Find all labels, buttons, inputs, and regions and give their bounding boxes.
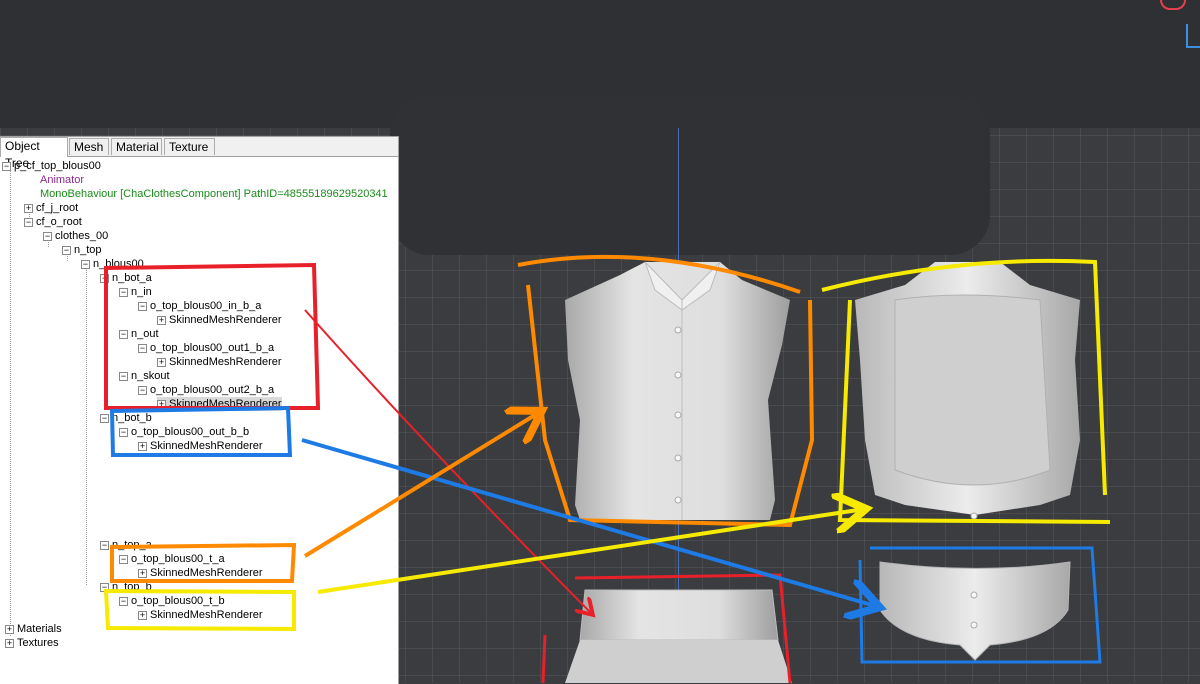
tree-node-label: n_top_b (112, 581, 152, 593)
tree-node-smr-out-b[interactable]: + SkinnedMeshRenderer (138, 439, 263, 453)
collapse-icon[interactable]: − (100, 414, 109, 423)
tree-node-label: o_top_blous00_t_b (131, 595, 225, 607)
tree-node-smr-t-b[interactable]: + SkinnedMeshRenderer (138, 608, 263, 622)
tree-node-o-t-b[interactable]: − o_top_blous00_t_b (119, 594, 225, 608)
tree-node-label: n_out (131, 328, 159, 340)
expand-icon[interactable]: + (5, 625, 14, 634)
tree-node-o-in[interactable]: − o_top_blous00_in_b_a (138, 299, 261, 313)
collapse-icon[interactable]: − (138, 344, 147, 353)
collapse-icon[interactable]: − (2, 162, 11, 171)
tree-node-label: n_in (131, 286, 152, 298)
tree-node-o-out1[interactable]: − o_top_blous00_out1_b_a (138, 341, 274, 355)
tree-connector (86, 265, 87, 585)
collapse-icon[interactable]: − (138, 302, 147, 311)
collapse-icon[interactable]: − (62, 246, 71, 255)
tree-node-label: o_top_blous00_out_b_b (131, 426, 250, 438)
tree-node-n-top-a[interactable]: − n_top_a (100, 538, 152, 552)
collapse-icon[interactable]: − (119, 288, 128, 297)
expand-icon[interactable]: + (138, 611, 147, 620)
tree-node-label: clothes_00 (55, 230, 109, 242)
expand-icon[interactable]: + (24, 204, 33, 213)
tree-node-label: cf_o_root (36, 216, 82, 228)
tree-node-n-in[interactable]: − n_in (119, 285, 152, 299)
tree-node-label: o_top_blous00_out2_b_a (150, 384, 275, 396)
collapse-icon[interactable]: − (119, 597, 128, 606)
expand-icon[interactable]: + (5, 639, 14, 648)
tree-node-label: o_top_blous00_t_a (131, 553, 225, 565)
tree-node-textures[interactable]: + Textures (5, 636, 59, 650)
mesh-shirt-front (565, 261, 790, 520)
tree-node-n-out[interactable]: − n_out (119, 327, 159, 341)
tree-node-label: o_top_blous00_in_b_a (150, 300, 262, 312)
tab-mesh[interactable]: Mesh (69, 138, 109, 155)
tree-node-root[interactable]: − p_cf_top_blous00 (2, 159, 101, 173)
tree-node-n-top[interactable]: − n_top (62, 243, 102, 257)
object-tree[interactable]: − p_cf_top_blous00 Animator MonoBehaviour… (0, 157, 398, 684)
mesh-skirt-band (565, 589, 792, 683)
tree-node-cf-o-root[interactable]: − cf_o_root (24, 215, 82, 229)
expand-icon[interactable]: + (157, 400, 166, 409)
tree-node-smr-out2-selected[interactable]: + SkinnedMeshRenderer (157, 397, 282, 411)
collapse-icon[interactable]: − (119, 555, 128, 564)
collapse-icon[interactable]: − (24, 218, 33, 227)
tree-node-smr-out1[interactable]: + SkinnedMeshRenderer (157, 355, 282, 369)
tree-node-label: SkinnedMeshRenderer (150, 440, 263, 452)
collapse-icon[interactable]: − (119, 372, 128, 381)
tree-connector (10, 166, 11, 636)
tab-bar: Object Tree Mesh Material Texture (0, 137, 398, 170)
tree-node-label: n_bot_b (112, 412, 152, 424)
tree-node-label: SkinnedMeshRenderer (169, 356, 282, 368)
tree-node-animator[interactable]: Animator (40, 173, 84, 187)
mesh-bottom-band (879, 561, 1071, 661)
tree-node-smr-in[interactable]: + SkinnedMeshRenderer (157, 313, 282, 327)
object-tree-panel: Object Tree Mesh Material Texture − p_cf_… (0, 136, 399, 684)
collapse-icon[interactable]: − (81, 260, 90, 269)
mesh-shirt-inner (855, 262, 1080, 520)
collapse-icon[interactable]: − (138, 386, 147, 395)
tree-node-label: n_bot_a (112, 272, 152, 284)
tree-node-label: cf_j_root (36, 202, 79, 214)
tree-node-smr-t-a[interactable]: + SkinnedMeshRenderer (138, 566, 263, 580)
tree-node-label: n_skout (131, 370, 170, 382)
tab-texture[interactable]: Texture (164, 138, 215, 155)
tree-node-label: Textures (17, 637, 59, 649)
tree-node-label: SkinnedMeshRenderer (150, 609, 263, 621)
tree-node-label: n_top (74, 244, 102, 256)
tree-node-label: n_top_a (112, 539, 152, 551)
tree-node-label: n_blous00 (93, 258, 144, 270)
tree-node-n-top-b[interactable]: − n_top_b (100, 580, 152, 594)
collapse-icon[interactable]: − (100, 274, 109, 283)
expand-icon[interactable]: + (157, 316, 166, 325)
tree-node-n-blous00[interactable]: − n_blous00 (81, 257, 144, 271)
tree-node-clothes-00[interactable]: − clothes_00 (43, 229, 108, 243)
expand-icon[interactable]: + (138, 569, 147, 578)
tree-node-label: Materials (17, 623, 62, 635)
tree-node-n-skout[interactable]: − n_skout (119, 369, 170, 383)
tab-material[interactable]: Material (111, 138, 162, 155)
tree-node-o-out2[interactable]: − o_top_blous00_out2_b_a (138, 383, 274, 397)
tree-node-n-bot-b[interactable]: − n_bot_b (100, 411, 152, 425)
tree-node-label: SkinnedMeshRenderer (150, 567, 263, 579)
collapse-icon[interactable]: − (43, 232, 52, 241)
expand-icon[interactable]: + (138, 442, 147, 451)
tree-node-label: SkinnedMeshRenderer (169, 398, 282, 410)
tree-node-label: p_cf_top_blous00 (14, 160, 101, 172)
tree-node-o-t-a[interactable]: − o_top_blous00_t_a (119, 552, 225, 566)
collapse-icon[interactable]: − (119, 330, 128, 339)
tree-connector (105, 282, 106, 407)
tree-node-label: SkinnedMeshRenderer (169, 314, 282, 326)
collapse-icon[interactable]: − (100, 541, 109, 550)
tree-node-o-out-b[interactable]: − o_top_blous00_out_b_b (119, 425, 249, 439)
tree-node-label: o_top_blous00_out1_b_a (150, 342, 275, 354)
tab-object-tree[interactable]: Object Tree (0, 137, 68, 170)
tree-node-n-bot-a[interactable]: − n_bot_a (100, 271, 152, 285)
expand-icon[interactable]: + (157, 358, 166, 367)
tree-node-cf-j-root[interactable]: + cf_j_root (24, 201, 78, 215)
tree-node-monobehaviour[interactable]: MonoBehaviour [ChaClothesComponent] Path… (40, 187, 388, 201)
collapse-icon[interactable]: − (119, 428, 128, 437)
collapse-icon[interactable]: − (100, 583, 109, 592)
tree-node-materials[interactable]: + Materials (5, 622, 62, 636)
